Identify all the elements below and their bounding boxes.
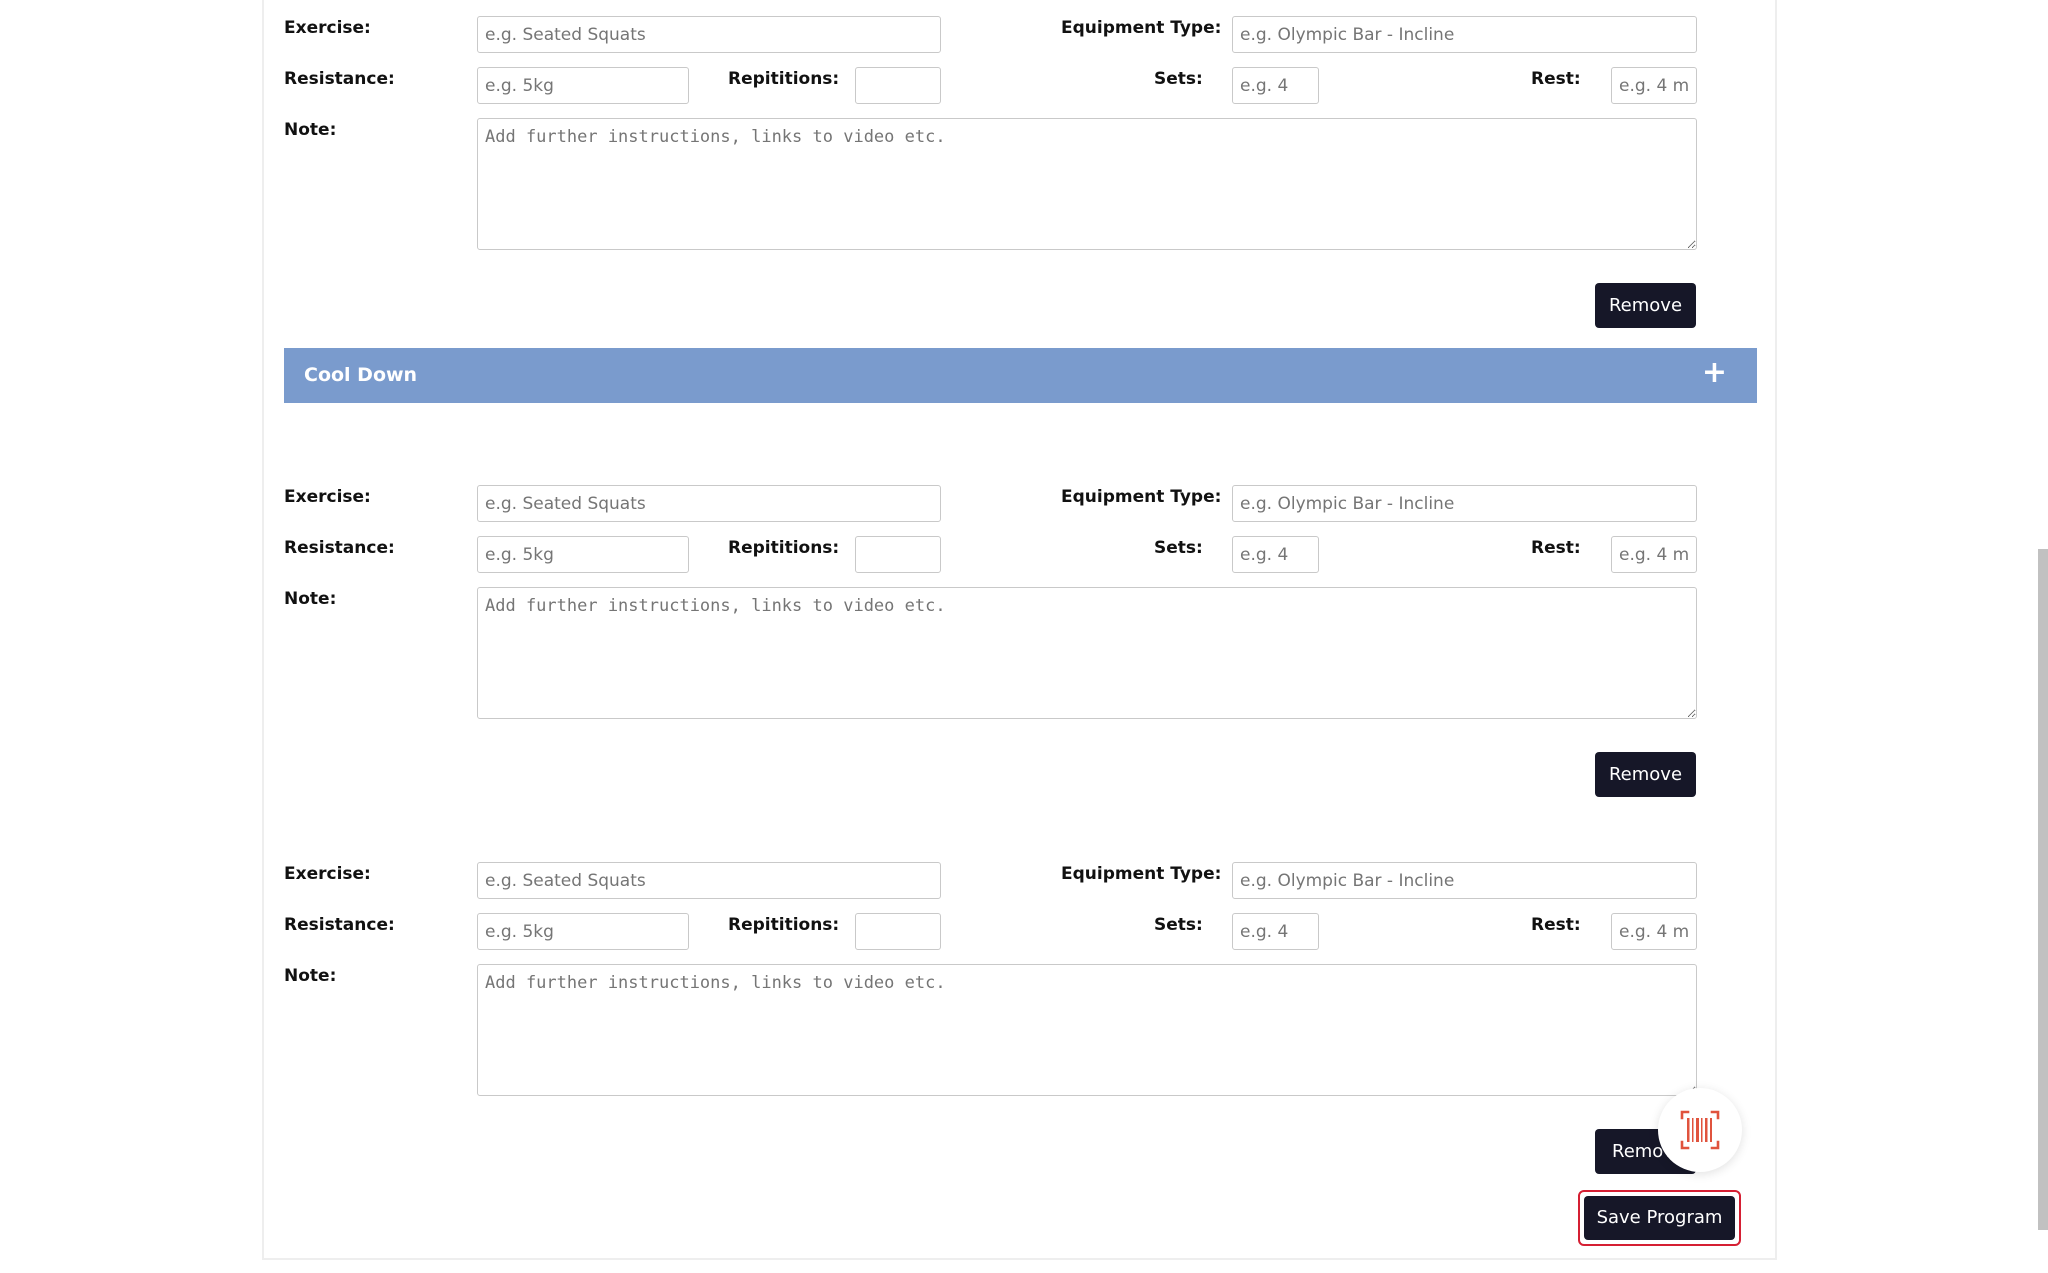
note-textarea[interactable] — [477, 587, 1697, 719]
repetitions-label: Repititions: — [728, 915, 840, 935]
note-label: Note: — [284, 589, 337, 609]
section-header-cool-down[interactable]: Cool Down + — [284, 348, 1757, 403]
equipment-type-label: Equipment Type: — [1061, 864, 1222, 884]
section-title: Cool Down — [304, 364, 418, 386]
barcode-scan-button[interactable] — [1658, 1088, 1742, 1172]
rest-label: Rest: — [1531, 915, 1581, 935]
resistance-label: Resistance: — [284, 915, 395, 935]
sets-input[interactable] — [1232, 536, 1319, 573]
equipment-type-input[interactable] — [1232, 862, 1697, 899]
equipment-type-input[interactable] — [1232, 16, 1697, 53]
sets-label: Sets: — [1154, 69, 1203, 89]
repetitions-input[interactable] — [855, 913, 941, 950]
equipment-type-label: Equipment Type: — [1061, 487, 1222, 507]
resistance-input[interactable] — [477, 67, 689, 104]
equipment-type-input[interactable] — [1232, 485, 1697, 522]
note-textarea[interactable] — [477, 964, 1697, 1096]
sets-input[interactable] — [1232, 67, 1319, 104]
exercise-input[interactable] — [477, 862, 941, 899]
rest-label: Rest: — [1531, 69, 1581, 89]
exercise-label: Exercise: — [284, 864, 371, 884]
exercise-label: Exercise: — [284, 487, 371, 507]
resistance-label: Resistance: — [284, 69, 395, 89]
equipment-type-label: Equipment Type: — [1061, 18, 1222, 38]
note-label: Note: — [284, 120, 337, 140]
note-textarea[interactable] — [477, 118, 1697, 250]
remove-button[interactable]: Remove — [1595, 283, 1696, 328]
note-label: Note: — [284, 966, 337, 986]
remove-button[interactable]: Remove — [1595, 752, 1696, 797]
repetitions-input[interactable] — [855, 67, 941, 104]
exercise-input[interactable] — [477, 485, 941, 522]
resistance-input[interactable] — [477, 536, 689, 573]
repetitions-label: Repititions: — [728, 69, 840, 89]
save-program-focus-outline: Save Program — [1578, 1190, 1741, 1246]
plus-icon[interactable]: + — [1702, 358, 1727, 388]
resistance-input[interactable] — [477, 913, 689, 950]
exercise-input[interactable] — [477, 16, 941, 53]
sets-label: Sets: — [1154, 538, 1203, 558]
barcode-scan-icon — [1680, 1110, 1720, 1150]
rest-input[interactable] — [1611, 536, 1697, 573]
save-program-button[interactable]: Save Program — [1584, 1196, 1735, 1240]
sets-input[interactable] — [1232, 913, 1319, 950]
repetitions-input[interactable] — [855, 536, 941, 573]
rest-input[interactable] — [1611, 67, 1697, 104]
resistance-label: Resistance: — [284, 538, 395, 558]
rest-input[interactable] — [1611, 913, 1697, 950]
repetitions-label: Repititions: — [728, 538, 840, 558]
sets-label: Sets: — [1154, 915, 1203, 935]
scrollbar-thumb[interactable] — [2038, 549, 2048, 1230]
rest-label: Rest: — [1531, 538, 1581, 558]
exercise-label: Exercise: — [284, 18, 371, 38]
